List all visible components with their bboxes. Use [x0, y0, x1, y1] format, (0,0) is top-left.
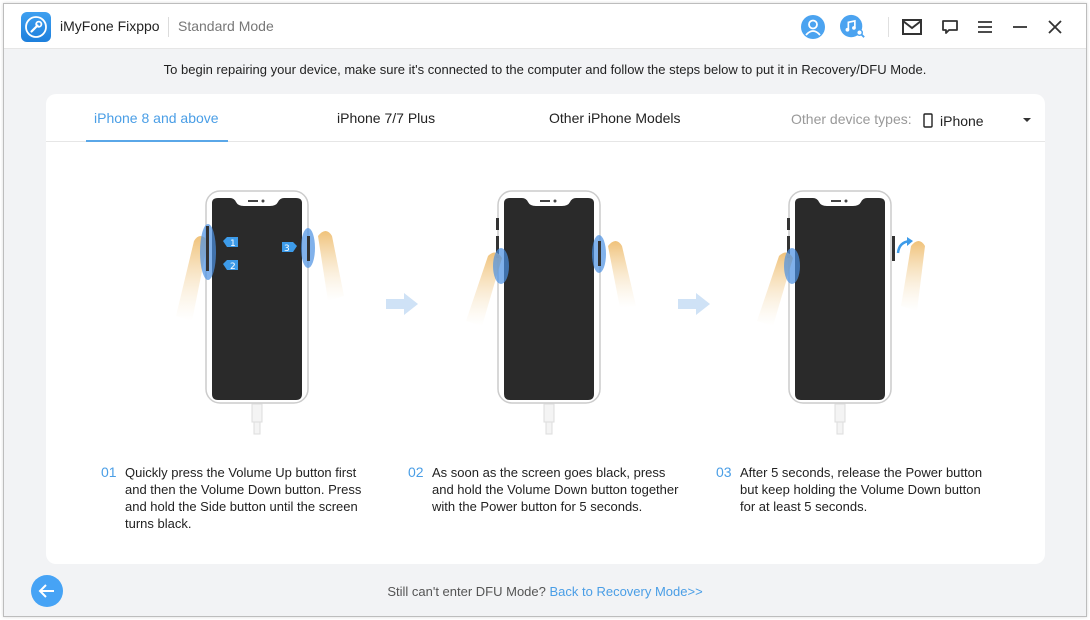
finger: [318, 231, 344, 301]
divider: [888, 17, 889, 37]
music-search-icon: [840, 14, 865, 38]
step-2: 02 As soon as the screen goes black, pre…: [408, 464, 683, 515]
phone-icon: [923, 112, 933, 128]
account-button[interactable]: [800, 14, 826, 40]
app-window: iMyFone Fixppo Standard Mode To begin re…: [3, 3, 1087, 617]
tab-bar: iPhone 8 and above iPhone 7/7 Plus Other…: [46, 94, 1045, 142]
step-description: After 5 seconds, release the Power butto…: [740, 465, 983, 514]
menu-icon: [978, 21, 992, 33]
wrench-icon: [25, 16, 47, 38]
feedback-icon: [942, 20, 958, 34]
phone-screen: [504, 198, 594, 400]
step-description: As soon as the screen goes black, press …: [432, 465, 679, 514]
music-search-button[interactable]: [840, 14, 866, 40]
minimize-button[interactable]: [1007, 14, 1033, 40]
footer: Still can't enter DFU Mode? Back to Reco…: [4, 584, 1086, 599]
tab-other-iphone-models[interactable]: Other iPhone Models: [549, 110, 681, 126]
step-description: Quickly press the Volume Up button first…: [125, 465, 362, 531]
device-type-value: iPhone: [940, 113, 984, 129]
step-3-illustration: [757, 190, 925, 435]
phone-screen: [795, 198, 885, 400]
tab-iphone-8-and-above[interactable]: iPhone 8 and above: [94, 110, 219, 126]
finger: [608, 241, 636, 308]
step-1-illustration: 1 2 3: [176, 190, 344, 435]
menu-button[interactable]: [972, 14, 998, 40]
back-to-recovery-link[interactable]: Back to Recovery Mode>>: [549, 584, 702, 599]
next-arrow-icon: [386, 293, 418, 315]
close-icon: [1048, 20, 1062, 34]
footer-question: Still can't enter DFU Mode?: [387, 584, 546, 599]
step-number: 03: [716, 464, 732, 480]
feedback-button[interactable]: [937, 14, 963, 40]
title-bar: iMyFone Fixppo Standard Mode: [4, 4, 1086, 49]
badge-3: 3: [284, 244, 290, 254]
active-tab-indicator: [86, 140, 228, 142]
phone-screen: [212, 198, 302, 400]
step-3: 03 After 5 seconds, release the Power bu…: [716, 464, 996, 515]
app-logo: [21, 12, 51, 42]
steps-card: iPhone 8 and above iPhone 7/7 Plus Other…: [46, 94, 1045, 564]
badge-1: 1: [230, 239, 236, 249]
instruction-text: To begin repairing your device, make sur…: [163, 62, 927, 77]
device-type-label: Other device types:: [791, 111, 912, 127]
badge-2: 2: [230, 262, 236, 272]
divider: [168, 17, 169, 37]
step-number: 02: [408, 464, 424, 480]
account-icon: [801, 15, 825, 39]
mode-label: Standard Mode: [178, 18, 274, 34]
chevron-down-icon: [1023, 118, 1031, 122]
mail-button[interactable]: [899, 14, 925, 40]
step-2-illustration: [466, 190, 636, 435]
step-number: 01: [101, 464, 117, 480]
device-type-dropdown[interactable]: iPhone: [923, 108, 1035, 132]
app-name: iMyFone Fixppo: [60, 18, 160, 34]
step-1: 01 Quickly press the Volume Up button fi…: [101, 464, 376, 532]
tab-iphone-7[interactable]: iPhone 7/7 Plus: [337, 110, 435, 126]
next-arrow-icon: [678, 293, 710, 315]
mail-icon: [902, 19, 922, 35]
minimize-icon: [1013, 26, 1027, 28]
close-button[interactable]: [1042, 14, 1068, 40]
finger: [901, 241, 925, 311]
